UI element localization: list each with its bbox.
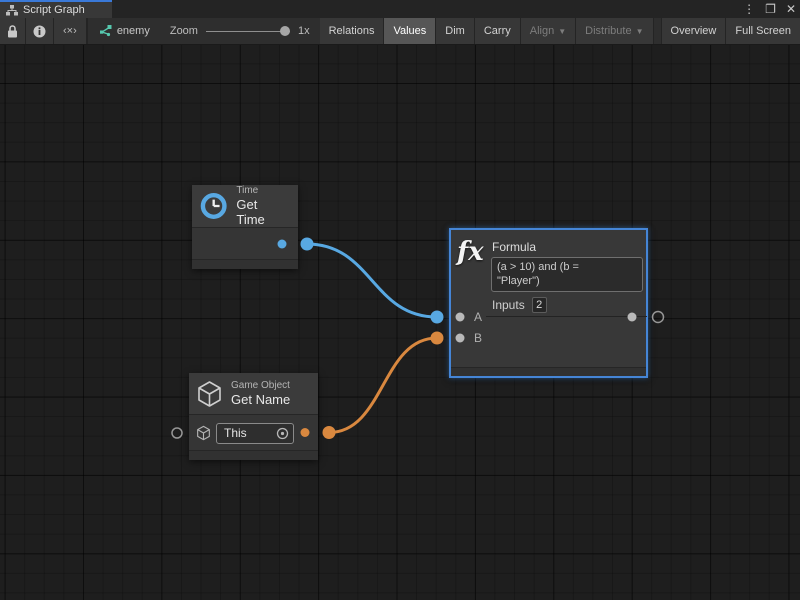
values-label: Values xyxy=(393,25,426,37)
tab-title: Script Graph xyxy=(23,4,85,16)
zoom-value: 1x xyxy=(298,25,310,37)
node-title: Get Time xyxy=(236,197,288,227)
formula-output-port-unconnected[interactable] xyxy=(653,312,664,323)
relations-button[interactable]: Relations xyxy=(320,18,385,44)
align-button[interactable]: Align ▼ xyxy=(521,18,576,44)
port-b-label: B xyxy=(474,331,482,345)
node-footer xyxy=(189,450,318,460)
graph-toolbar: ‹×› enemy Zoom 1x Relations Values Dim C… xyxy=(0,18,800,45)
code-icon: ‹×› xyxy=(63,25,77,37)
chevron-down-icon: ▼ xyxy=(636,27,644,36)
info-icon xyxy=(33,25,46,38)
wire-get-time-to-formula-a[interactable] xyxy=(307,244,437,317)
get-name-titles: Game Object Get Name xyxy=(231,380,290,407)
node-category: Time xyxy=(236,185,288,197)
fullscreen-button[interactable]: Full Screen xyxy=(726,18,800,44)
overview-button[interactable]: Overview xyxy=(662,18,727,44)
node-category: Game Object xyxy=(231,380,290,392)
graph-reference[interactable]: enemy xyxy=(88,18,160,44)
get-time-header[interactable]: Time Get Time xyxy=(192,185,298,228)
formula-input-a-port[interactable] xyxy=(431,311,444,324)
wire-get-name-to-formula-b[interactable] xyxy=(329,338,437,433)
graph-name-label: enemy xyxy=(117,25,150,37)
toolbar-toggles: Relations Values Dim Carry Align ▼ Distr… xyxy=(320,18,800,44)
lock-button[interactable] xyxy=(0,18,26,44)
info-button[interactable] xyxy=(26,18,54,44)
node-title: Get Name xyxy=(231,392,290,407)
formula-inputs-row: Inputs 2 xyxy=(492,297,547,313)
relations-label: Relations xyxy=(329,25,375,37)
tab-script-graph[interactable]: Script Graph xyxy=(0,0,112,18)
distribute-button[interactable]: Distribute ▼ xyxy=(576,18,653,44)
inputs-label: Inputs xyxy=(492,298,525,312)
formula-expression-input[interactable]: (a > 10) and (b = "Player") xyxy=(491,257,643,292)
script-graph-asset-icon xyxy=(98,25,112,38)
node-get-time[interactable]: Time Get Time xyxy=(192,185,298,269)
close-icon[interactable]: ✕ xyxy=(786,2,796,16)
object-picker-icon[interactable] xyxy=(276,427,289,440)
zoom-control: Zoom 1x xyxy=(160,18,320,44)
formula-fx-icon: fx xyxy=(457,236,489,268)
node-formula[interactable]: fx Formula (a > 10) and (b = "Player") I… xyxy=(449,228,648,378)
carry-label: Carry xyxy=(484,25,511,37)
carry-button[interactable]: Carry xyxy=(475,18,521,44)
zoom-slider-track xyxy=(206,31,290,33)
chevron-down-icon: ▼ xyxy=(558,27,566,36)
distribute-label: Distribute xyxy=(585,25,631,37)
dim-label: Dim xyxy=(445,25,465,37)
relation-line xyxy=(486,316,647,317)
overview-label: Overview xyxy=(671,25,717,37)
game-object-mini-cube-icon xyxy=(196,425,211,441)
get-name-target-row: This xyxy=(189,416,318,450)
port-a-label: A xyxy=(474,310,482,324)
window-controls: ⋮ ❐ ✕ xyxy=(743,0,796,18)
node-footer xyxy=(192,259,298,269)
target-object-value: This xyxy=(224,426,276,440)
graph-hierarchy-icon xyxy=(6,5,18,16)
toolbar-separator xyxy=(654,18,662,44)
zoom-slider[interactable] xyxy=(206,26,290,36)
formula-input-b-port[interactable] xyxy=(431,332,444,345)
node-footer xyxy=(451,367,646,376)
get-name-header[interactable]: Game Object Get Name xyxy=(189,373,318,415)
game-object-cube-icon xyxy=(196,380,223,408)
zoom-label: Zoom xyxy=(170,25,198,37)
fullscreen-label: Full Screen xyxy=(735,25,791,37)
align-label: Align xyxy=(530,25,554,37)
inputs-count-field[interactable]: 2 xyxy=(532,297,547,313)
node-title: Formula xyxy=(492,240,536,254)
connections-overlay xyxy=(0,45,800,600)
maximize-icon[interactable]: ❐ xyxy=(765,2,776,16)
edit-source-button[interactable]: ‹×› xyxy=(54,18,87,44)
title-bar: Script Graph ⋮ ❐ ✕ xyxy=(0,0,800,18)
wire-start-dot-orange[interactable] xyxy=(323,426,336,439)
dim-button[interactable]: Dim xyxy=(436,18,475,44)
zoom-slider-handle[interactable] xyxy=(280,26,290,36)
graph-canvas[interactable]: Time Get Time fx Formula (a > 10) and (b… xyxy=(0,45,800,600)
node-get-name[interactable]: Game Object Get Name This xyxy=(189,373,318,460)
get-time-titles: Time Get Time xyxy=(236,185,288,227)
wire-start-dot-blue[interactable] xyxy=(301,238,314,251)
window-menu-icon[interactable]: ⋮ xyxy=(743,2,755,16)
values-button[interactable]: Values xyxy=(384,18,436,44)
target-object-field[interactable]: This xyxy=(216,423,294,444)
get-name-target-port-unconnected[interactable] xyxy=(172,428,182,438)
lock-icon xyxy=(7,25,18,38)
clock-icon xyxy=(199,191,228,221)
